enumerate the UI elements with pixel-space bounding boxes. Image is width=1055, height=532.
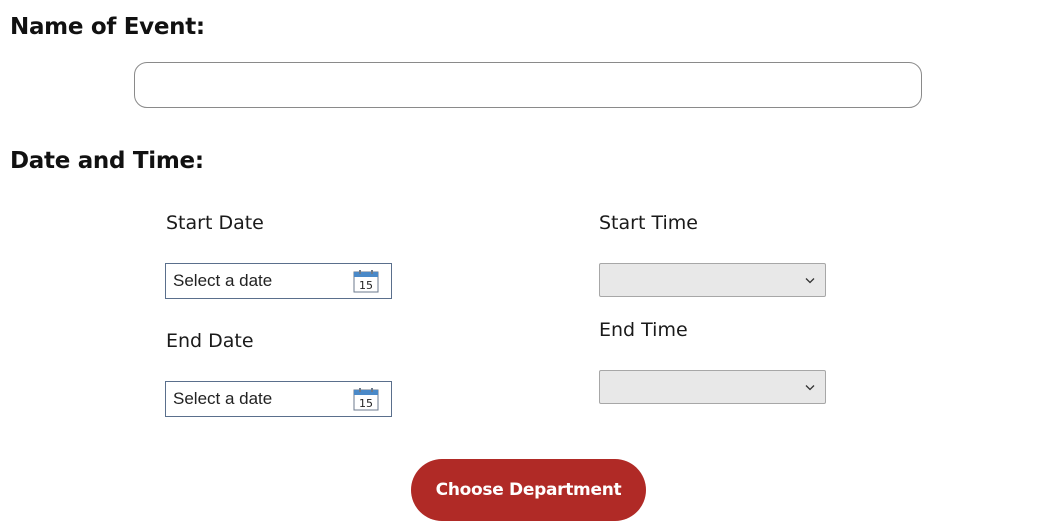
calendar-day-text: 15 [359, 397, 373, 410]
event-name-input[interactable] [134, 62, 922, 108]
end-time-label: End Time [599, 319, 688, 341]
choose-department-button[interactable]: Choose Department [411, 459, 646, 521]
start-date-value[interactable]: Select a date [166, 271, 353, 291]
chevron-down-icon [805, 277, 815, 283]
end-date-value[interactable]: Select a date [166, 389, 353, 409]
calendar-icon[interactable]: 15 [353, 269, 379, 293]
chevron-down-icon [805, 384, 815, 390]
end-date-picker[interactable]: Select a date 15 [165, 381, 392, 417]
start-date-picker[interactable]: Select a date 15 [165, 263, 392, 299]
start-time-select[interactable] [599, 263, 826, 297]
start-time-label: Start Time [599, 212, 698, 234]
event-name-heading: Name of Event: [10, 14, 205, 40]
end-time-select[interactable] [599, 370, 826, 404]
end-date-label: End Date [166, 330, 254, 352]
start-date-label: Start Date [166, 212, 264, 234]
date-time-heading: Date and Time: [10, 148, 204, 174]
calendar-day-text: 15 [359, 279, 373, 292]
calendar-icon[interactable]: 15 [353, 387, 379, 411]
